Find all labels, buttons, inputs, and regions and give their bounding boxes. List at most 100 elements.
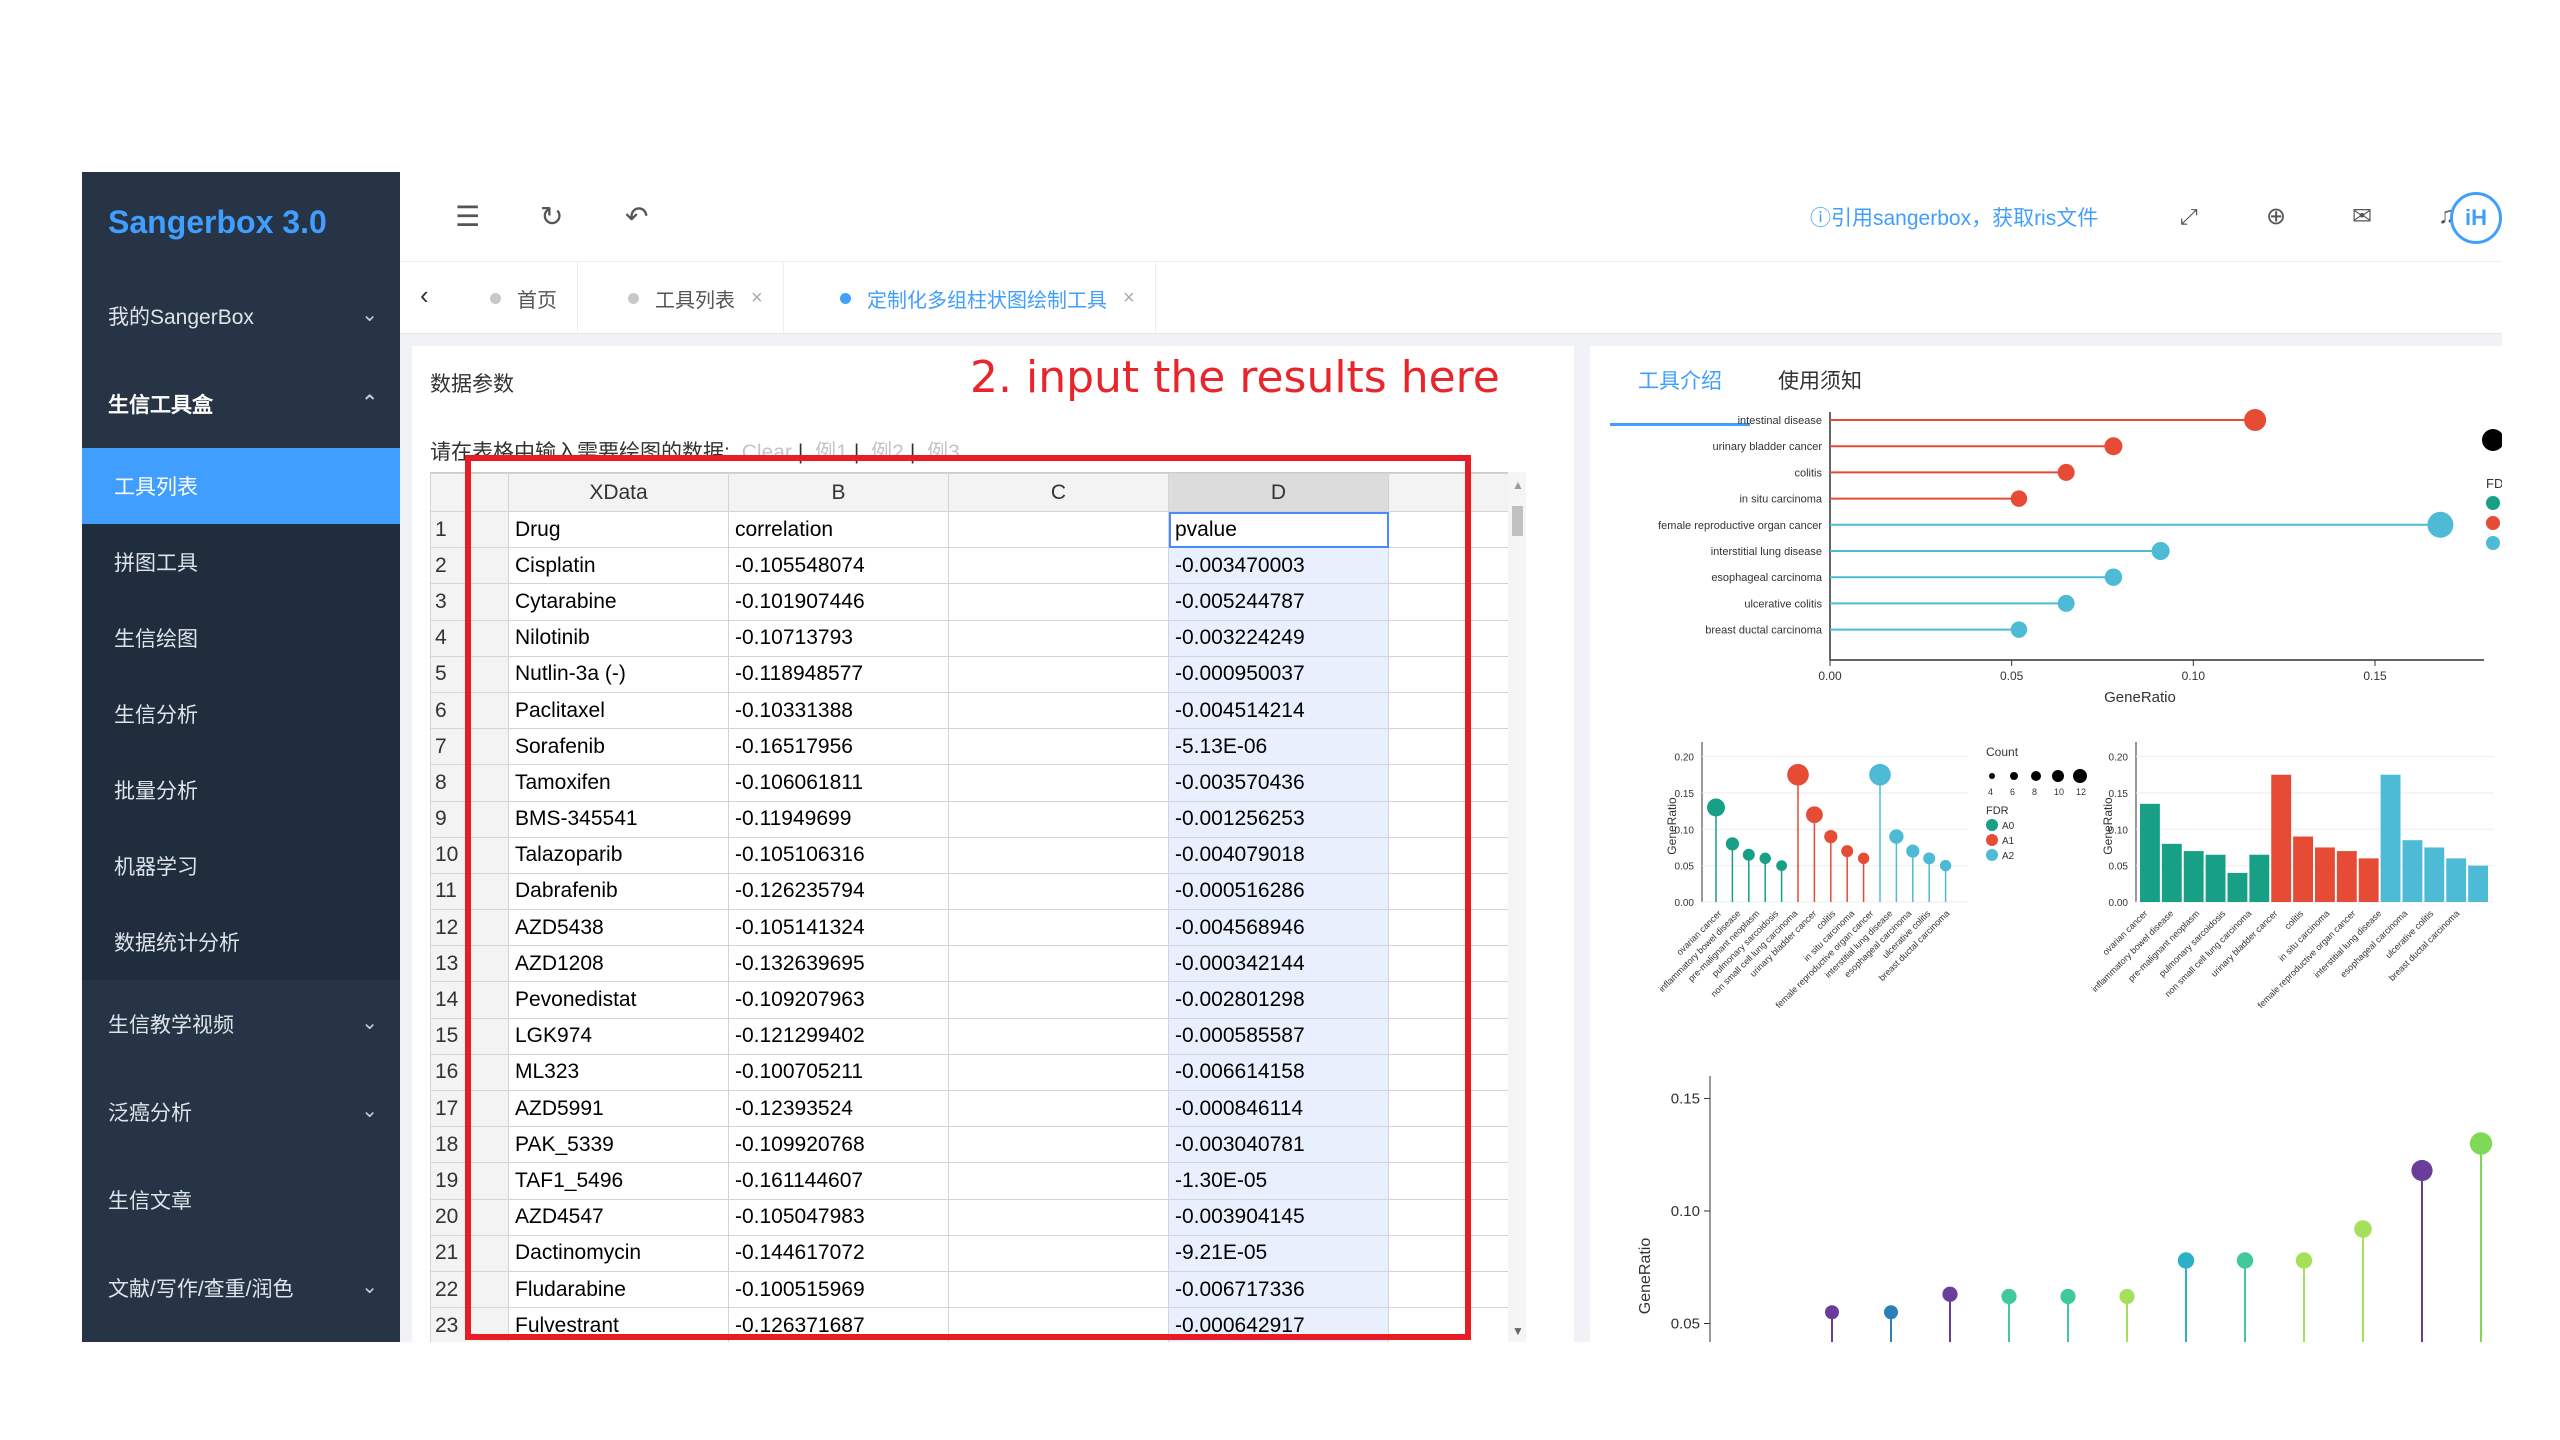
- sidebar-group-my-sangerbox[interactable]: 我的SangerBox ⌄: [82, 272, 400, 360]
- example-charts-preview: intestinal disease urinary bladder cancer…: [1637, 409, 2502, 1342]
- refresh-icon[interactable]: ↻: [540, 200, 563, 233]
- chart4-point: [2469, 1132, 2493, 1155]
- sidebar-item-tool-list[interactable]: 工具列表: [82, 448, 400, 524]
- chart2-point: [1806, 806, 1823, 824]
- chart2-point: [1707, 798, 1725, 817]
- chart1-category-label: colitis: [1794, 467, 1822, 479]
- chart2-point: [1869, 763, 1891, 786]
- sidebar-group-bio-toolbox[interactable]: 生信工具盒 ⌃: [82, 360, 400, 448]
- sidebar-item-machine-learning[interactable]: 机器学习: [82, 828, 400, 904]
- chart2-point: [1759, 852, 1771, 865]
- scroll-down-icon[interactable]: ▼: [1512, 1324, 1524, 1338]
- fullscreen-icon[interactable]: ⤢: [2180, 204, 2198, 230]
- chart3-bar: [2249, 854, 2270, 902]
- cite-link[interactable]: ⓘ引用sangerbox，获取ris文件: [1810, 202, 2098, 232]
- logo[interactable]: Sangerbox 3.0: [82, 172, 400, 272]
- chart1-point: [2057, 594, 2075, 612]
- chart4-y-axis-label: GeneRatio: [1637, 1238, 1654, 1315]
- chart3-bar: [2446, 858, 2467, 902]
- sidebar-group-label: 生信文章: [108, 1190, 192, 1213]
- chart4-point: [2060, 1288, 2076, 1305]
- chart3-bar: [2315, 847, 2335, 902]
- tabs-bar: ‹ 首页 工具列表 × 定制化多组柱状图绘制工具 ×: [400, 262, 2502, 334]
- chart2-legend-size-dot: [1989, 773, 1995, 779]
- chart1-legend-dot: [2486, 536, 2500, 550]
- chart2-legend-fdr-dot: [1986, 834, 1998, 846]
- chart2-legend-size-dot: [2073, 769, 2087, 783]
- chart1-x-axis-label: GeneRatio: [2104, 689, 2176, 706]
- sidebar-group-label: 生信教学视频: [108, 1014, 234, 1037]
- chart1-point: [2427, 511, 2454, 538]
- chart1-x-tick-label: 0.10: [2182, 669, 2206, 683]
- sidebar-group-teaching-videos[interactable]: 生信教学视频 ⌄: [82, 980, 400, 1068]
- chevron-left-icon[interactable]: ‹: [420, 280, 429, 311]
- chart3-bar: [2183, 851, 2204, 902]
- chart2-legend-count-tick: 8: [2032, 787, 2037, 797]
- tab-tool-list[interactable]: 工具列表 ×: [608, 262, 784, 334]
- sidebar-group-label: 生信工具盒: [108, 394, 213, 417]
- chart1-legend-dot: [2486, 496, 2500, 510]
- chart3-bar: [2227, 872, 2248, 902]
- sidebar-group-pan-cancer[interactable]: 泛癌分析 ⌄: [82, 1068, 400, 1156]
- chart2-legend-fdr-label: A2: [2002, 851, 2015, 862]
- chart2-point: [1776, 860, 1787, 872]
- chart3-bar: [2380, 774, 2401, 902]
- chart3-bar: [2358, 858, 2379, 902]
- chart1-category-label: urinary bladder cancer: [1713, 441, 1823, 453]
- tab-dot: [840, 292, 851, 304]
- mail-icon[interactable]: ✉: [2352, 202, 2372, 231]
- chart1-legend-size-dot: [2482, 429, 2502, 451]
- chart2-y-tick-label: 0.00: [1675, 898, 1695, 909]
- close-icon[interactable]: ×: [751, 287, 763, 310]
- sidebar-item-bio-plot[interactable]: 生信绘图: [82, 600, 400, 676]
- sidebar-group-writing[interactable]: 文献/写作/查重/润色 ⌄: [82, 1244, 400, 1332]
- panel-title: 数据参数: [430, 373, 514, 396]
- chart2-legend-size-dot: [2010, 772, 2018, 780]
- sidebar-item-bio-analysis[interactable]: 生信分析: [82, 676, 400, 752]
- chart2-point: [1787, 763, 1809, 786]
- chart2-legend-fdr-title: FDR: [1986, 805, 2009, 817]
- chart4-point: [1884, 1305, 1898, 1320]
- chart3-bar: [2140, 803, 2160, 902]
- sidebar-item-stats-analysis[interactable]: 数据统计分析: [82, 904, 400, 980]
- chevron-down-icon: ⌄: [361, 1100, 378, 1122]
- chart2-legend-count-tick: 4: [1988, 787, 1993, 797]
- close-icon[interactable]: ×: [1123, 287, 1135, 310]
- undo-icon[interactable]: ↶: [625, 200, 648, 233]
- chart1-x-tick-label: 0.15: [2363, 669, 2387, 683]
- chart1-point: [2057, 463, 2075, 481]
- chart3-bar: [2271, 774, 2292, 902]
- chart2-y-tick-label: 0.05: [1675, 862, 1695, 873]
- chart2-legend-fdr-label: A1: [2002, 836, 2015, 847]
- chart3-bar: [2205, 854, 2226, 902]
- sidebar-item-collage-tool[interactable]: 拼图工具: [82, 524, 400, 600]
- globe-icon[interactable]: ⊕: [2266, 202, 2286, 231]
- avatar[interactable]: iH: [2450, 192, 2502, 244]
- chart3-y-tick-label: 0.00: [2109, 898, 2129, 909]
- chart4-point: [2354, 1220, 2372, 1238]
- scroll-thumb[interactable]: [1512, 506, 1523, 536]
- tab-custom-bar-tool[interactable]: 定制化多组柱状图绘制工具 ×: [820, 262, 1156, 334]
- scroll-up-icon[interactable]: ▲: [1512, 478, 1524, 492]
- chart4-y-tick-label: 0.15: [1671, 1091, 1700, 1108]
- sidebar-submenu: 工具列表 拼图工具 生信绘图 生信分析 批量分析 机器学习 数据统计分析: [82, 448, 400, 980]
- sidebar-group-articles[interactable]: 生信文章: [82, 1156, 400, 1244]
- tab-home[interactable]: 首页: [470, 262, 578, 334]
- scrollbar[interactable]: [1508, 472, 1526, 1342]
- chart3-y-axis-label: GeneRatio: [2101, 797, 2115, 855]
- chart2-legend-count-tick: 10: [2054, 787, 2064, 797]
- chart4-point: [2177, 1252, 2195, 1269]
- chart2-point: [1824, 829, 1838, 844]
- tab-label: 工具列表: [655, 289, 735, 312]
- chart3-bar: [2424, 847, 2445, 902]
- chart4-point: [2411, 1159, 2433, 1182]
- chart2-legend-count-tick: 12: [2076, 787, 2086, 797]
- sidebar-item-batch-analysis[interactable]: 批量分析: [82, 752, 400, 828]
- menu-fold-icon[interactable]: ☰: [455, 200, 480, 233]
- chart2-point: [1889, 829, 1904, 844]
- chart1-legend-title: FD: [2486, 476, 2502, 491]
- chart3-y-tick-label: 0.05: [2109, 862, 2129, 873]
- chevron-up-icon: ⌃: [361, 392, 378, 414]
- chart4-point: [1942, 1286, 1958, 1302]
- chart2-point: [1742, 848, 1755, 861]
